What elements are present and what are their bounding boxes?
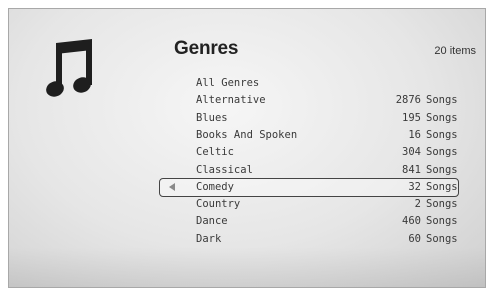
- song-unit: Songs: [426, 111, 458, 124]
- genre-name: Country: [196, 198, 241, 211]
- song-unit: Songs: [426, 198, 458, 211]
- media-browser-screen: Genres 20 items All Genres Alternative 287…: [8, 8, 486, 288]
- song-count: 460: [402, 215, 421, 228]
- song-unit: Songs: [426, 146, 458, 159]
- song-count: 195: [402, 111, 421, 124]
- song-count: 841: [402, 163, 421, 176]
- song-unit: Songs: [426, 94, 458, 107]
- song-count: 304: [402, 146, 421, 159]
- song-count: 2876: [395, 94, 421, 107]
- genre-list-item[interactable]: Celtic 304 Songs: [9, 144, 485, 161]
- song-unit: Songs: [426, 163, 458, 176]
- song-unit: Songs: [426, 180, 458, 193]
- genre-name: Dance: [196, 215, 228, 228]
- genre-list-item[interactable]: Dance 460 Songs: [9, 213, 485, 230]
- song-unit: Songs: [426, 128, 458, 141]
- genre-name: Classical: [196, 163, 253, 176]
- song-count: 16: [408, 128, 421, 141]
- genre-list-item[interactable]: Alternative 2876 Songs: [9, 92, 485, 109]
- genre-list-item[interactable]: Classical 841 Songs: [9, 162, 485, 179]
- genre-name: All Genres: [196, 77, 260, 89]
- song-unit: Songs: [426, 215, 458, 228]
- song-count: 32: [408, 180, 421, 193]
- song-count: 2: [414, 198, 421, 211]
- genre-list-item[interactable]: Blues 195 Songs: [9, 110, 485, 127]
- genre-name: Books And Spoken: [196, 128, 298, 141]
- genre-name: Dark: [196, 232, 222, 245]
- genre-name: Celtic: [196, 146, 234, 159]
- genre-name: Blues: [196, 111, 228, 124]
- genre-list-item[interactable]: Books And Spoken 16 Songs: [9, 127, 485, 144]
- genre-name: Alternative: [196, 94, 266, 107]
- page-title: Genres: [174, 38, 239, 59]
- back-arrow-icon[interactable]: [169, 182, 175, 191]
- song-count: 60: [408, 232, 421, 245]
- genre-list-item[interactable]: Comedy 32 Songs: [9, 177, 485, 197]
- genre-list-item[interactable]: Dark 60 Songs: [9, 231, 485, 248]
- genre-name: Comedy: [196, 180, 234, 193]
- item-count: 20 items: [434, 45, 476, 57]
- genre-list-item[interactable]: All Genres: [9, 75, 485, 92]
- genre-list-item[interactable]: Country 2 Songs: [9, 196, 485, 213]
- song-unit: Songs: [426, 232, 458, 245]
